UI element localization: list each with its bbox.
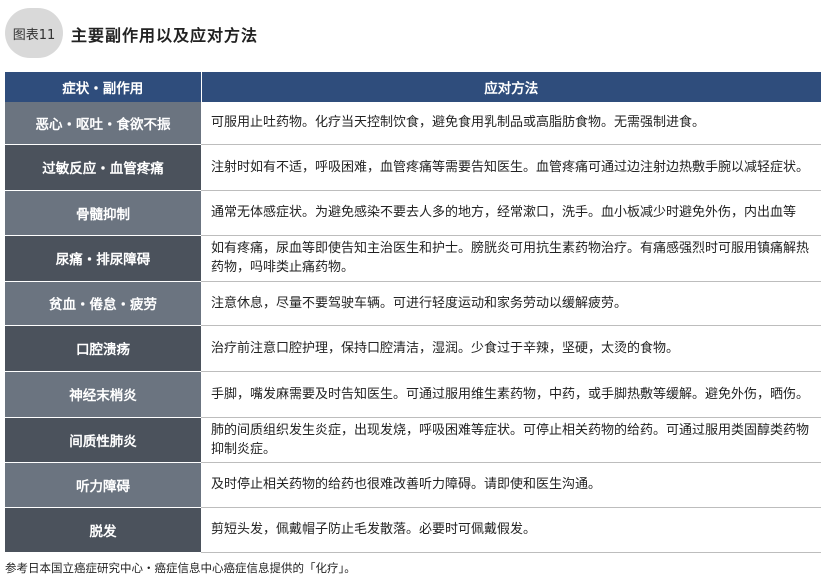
symptom-cell: 贫血・倦怠・疲劳	[5, 281, 201, 326]
table-header-row: 症状・副作用 应对方法	[5, 72, 821, 102]
remedy-cell: 剪短头发，佩戴帽子防止毛发散落。必要时可佩戴假发。	[201, 507, 821, 553]
remedy-cell: 通常无体感症状。为避免感染不要去人多的地方，经常漱口，洗手。血小板减少时避免外伤…	[201, 190, 821, 236]
symptom-cell: 听力障碍	[5, 462, 201, 508]
table-row: 恶心・呕吐・食欲不振 可服用止吐药物。化疗当天控制饮食，避免食用乳制品或高脂肪食…	[5, 102, 821, 145]
remedy-cell: 及时停止相关药物的给药也很难改善听力障碍。请即使和医生沟通。	[201, 462, 821, 508]
symptom-cell: 脱发	[5, 507, 201, 553]
column-header-remedy: 应对方法	[201, 72, 821, 102]
table-row: 神经末梢炎 手脚，嘴发麻需要及时告知医生。可通过服用维生素药物，中药，或手脚热敷…	[5, 371, 821, 418]
table-row: 脱发 剪短头发，佩戴帽子防止毛发散落。必要时可佩戴假发。	[5, 507, 821, 553]
source-note: 参考日本国立癌症研究中心・癌症信息中心癌症信息提供的「化疗」。	[5, 561, 356, 575]
symptom-cell: 过敏反应・血管疼痛	[5, 144, 201, 191]
symptom-cell: 骨髓抑制	[5, 190, 201, 236]
table-row: 贫血・倦怠・疲劳 注意休息，尽量不要驾驶车辆。可进行轻度运动和家务劳动以缓解疲劳…	[5, 281, 821, 326]
table-row: 骨髓抑制 通常无体感症状。为避免感染不要去人多的地方，经常漱口，洗手。血小板减少…	[5, 190, 821, 236]
column-header-symptom: 症状・副作用	[5, 72, 202, 102]
side-effects-table: 症状・副作用 应对方法 恶心・呕吐・食欲不振 可服用止吐药物。化疗当天控制饮食，…	[5, 72, 821, 553]
remedy-cell: 如有疼痛，尿血等即使告知主治医生和护士。膀胱炎可用抗生素药物治疗。有痛感强烈时可…	[201, 235, 821, 282]
figure-header: 图表11 主要副作用以及应对方法	[5, 8, 821, 58]
symptom-cell: 恶心・呕吐・食欲不振	[5, 102, 201, 145]
remedy-cell: 注射时如有不适，呼吸困难，血管疼痛等需要告知医生。血管疼痛可通过边注射边热敷手腕…	[201, 144, 821, 191]
remedy-cell: 治疗前注意口腔护理，保持口腔清洁，湿润。少食过于辛辣，坚硬，太烫的食物。	[201, 325, 821, 372]
symptom-cell: 口腔溃疡	[5, 325, 201, 372]
symptom-cell: 尿痛・排尿障碍	[5, 235, 201, 282]
symptom-cell: 间质性肺炎	[5, 417, 201, 463]
table-row: 间质性肺炎 肺的间质组织发生炎症，出现发烧，呼吸困难等症状。可停止相关药物的给药…	[5, 417, 821, 463]
symptom-cell: 神经末梢炎	[5, 371, 201, 418]
table-row: 口腔溃疡 治疗前注意口腔护理，保持口腔清洁，湿润。少食过于辛辣，坚硬，太烫的食物…	[5, 325, 821, 372]
figure-title: 主要副作用以及应对方法	[71, 26, 259, 45]
figure-number-badge: 图表11	[5, 8, 63, 58]
remedy-cell: 手脚，嘴发麻需要及时告知医生。可通过服用维生素药物，中药，或手脚热敷等缓解。避免…	[201, 371, 821, 418]
remedy-cell: 肺的间质组织发生炎症，出现发烧，呼吸困难等症状。可停止相关药物的给药。可通过服用…	[201, 417, 821, 463]
table-row: 尿痛・排尿障碍 如有疼痛，尿血等即使告知主治医生和护士。膀胱炎可用抗生素药物治疗…	[5, 235, 821, 282]
table-row: 听力障碍 及时停止相关药物的给药也很难改善听力障碍。请即使和医生沟通。	[5, 462, 821, 508]
remedy-cell: 注意休息，尽量不要驾驶车辆。可进行轻度运动和家务劳动以缓解疲劳。	[201, 281, 821, 326]
remedy-cell: 可服用止吐药物。化疗当天控制饮食，避免食用乳制品或高脂肪食物。无需强制进食。	[201, 102, 821, 145]
table-row: 过敏反应・血管疼痛 注射时如有不适，呼吸困难，血管疼痛等需要告知医生。血管疼痛可…	[5, 144, 821, 191]
